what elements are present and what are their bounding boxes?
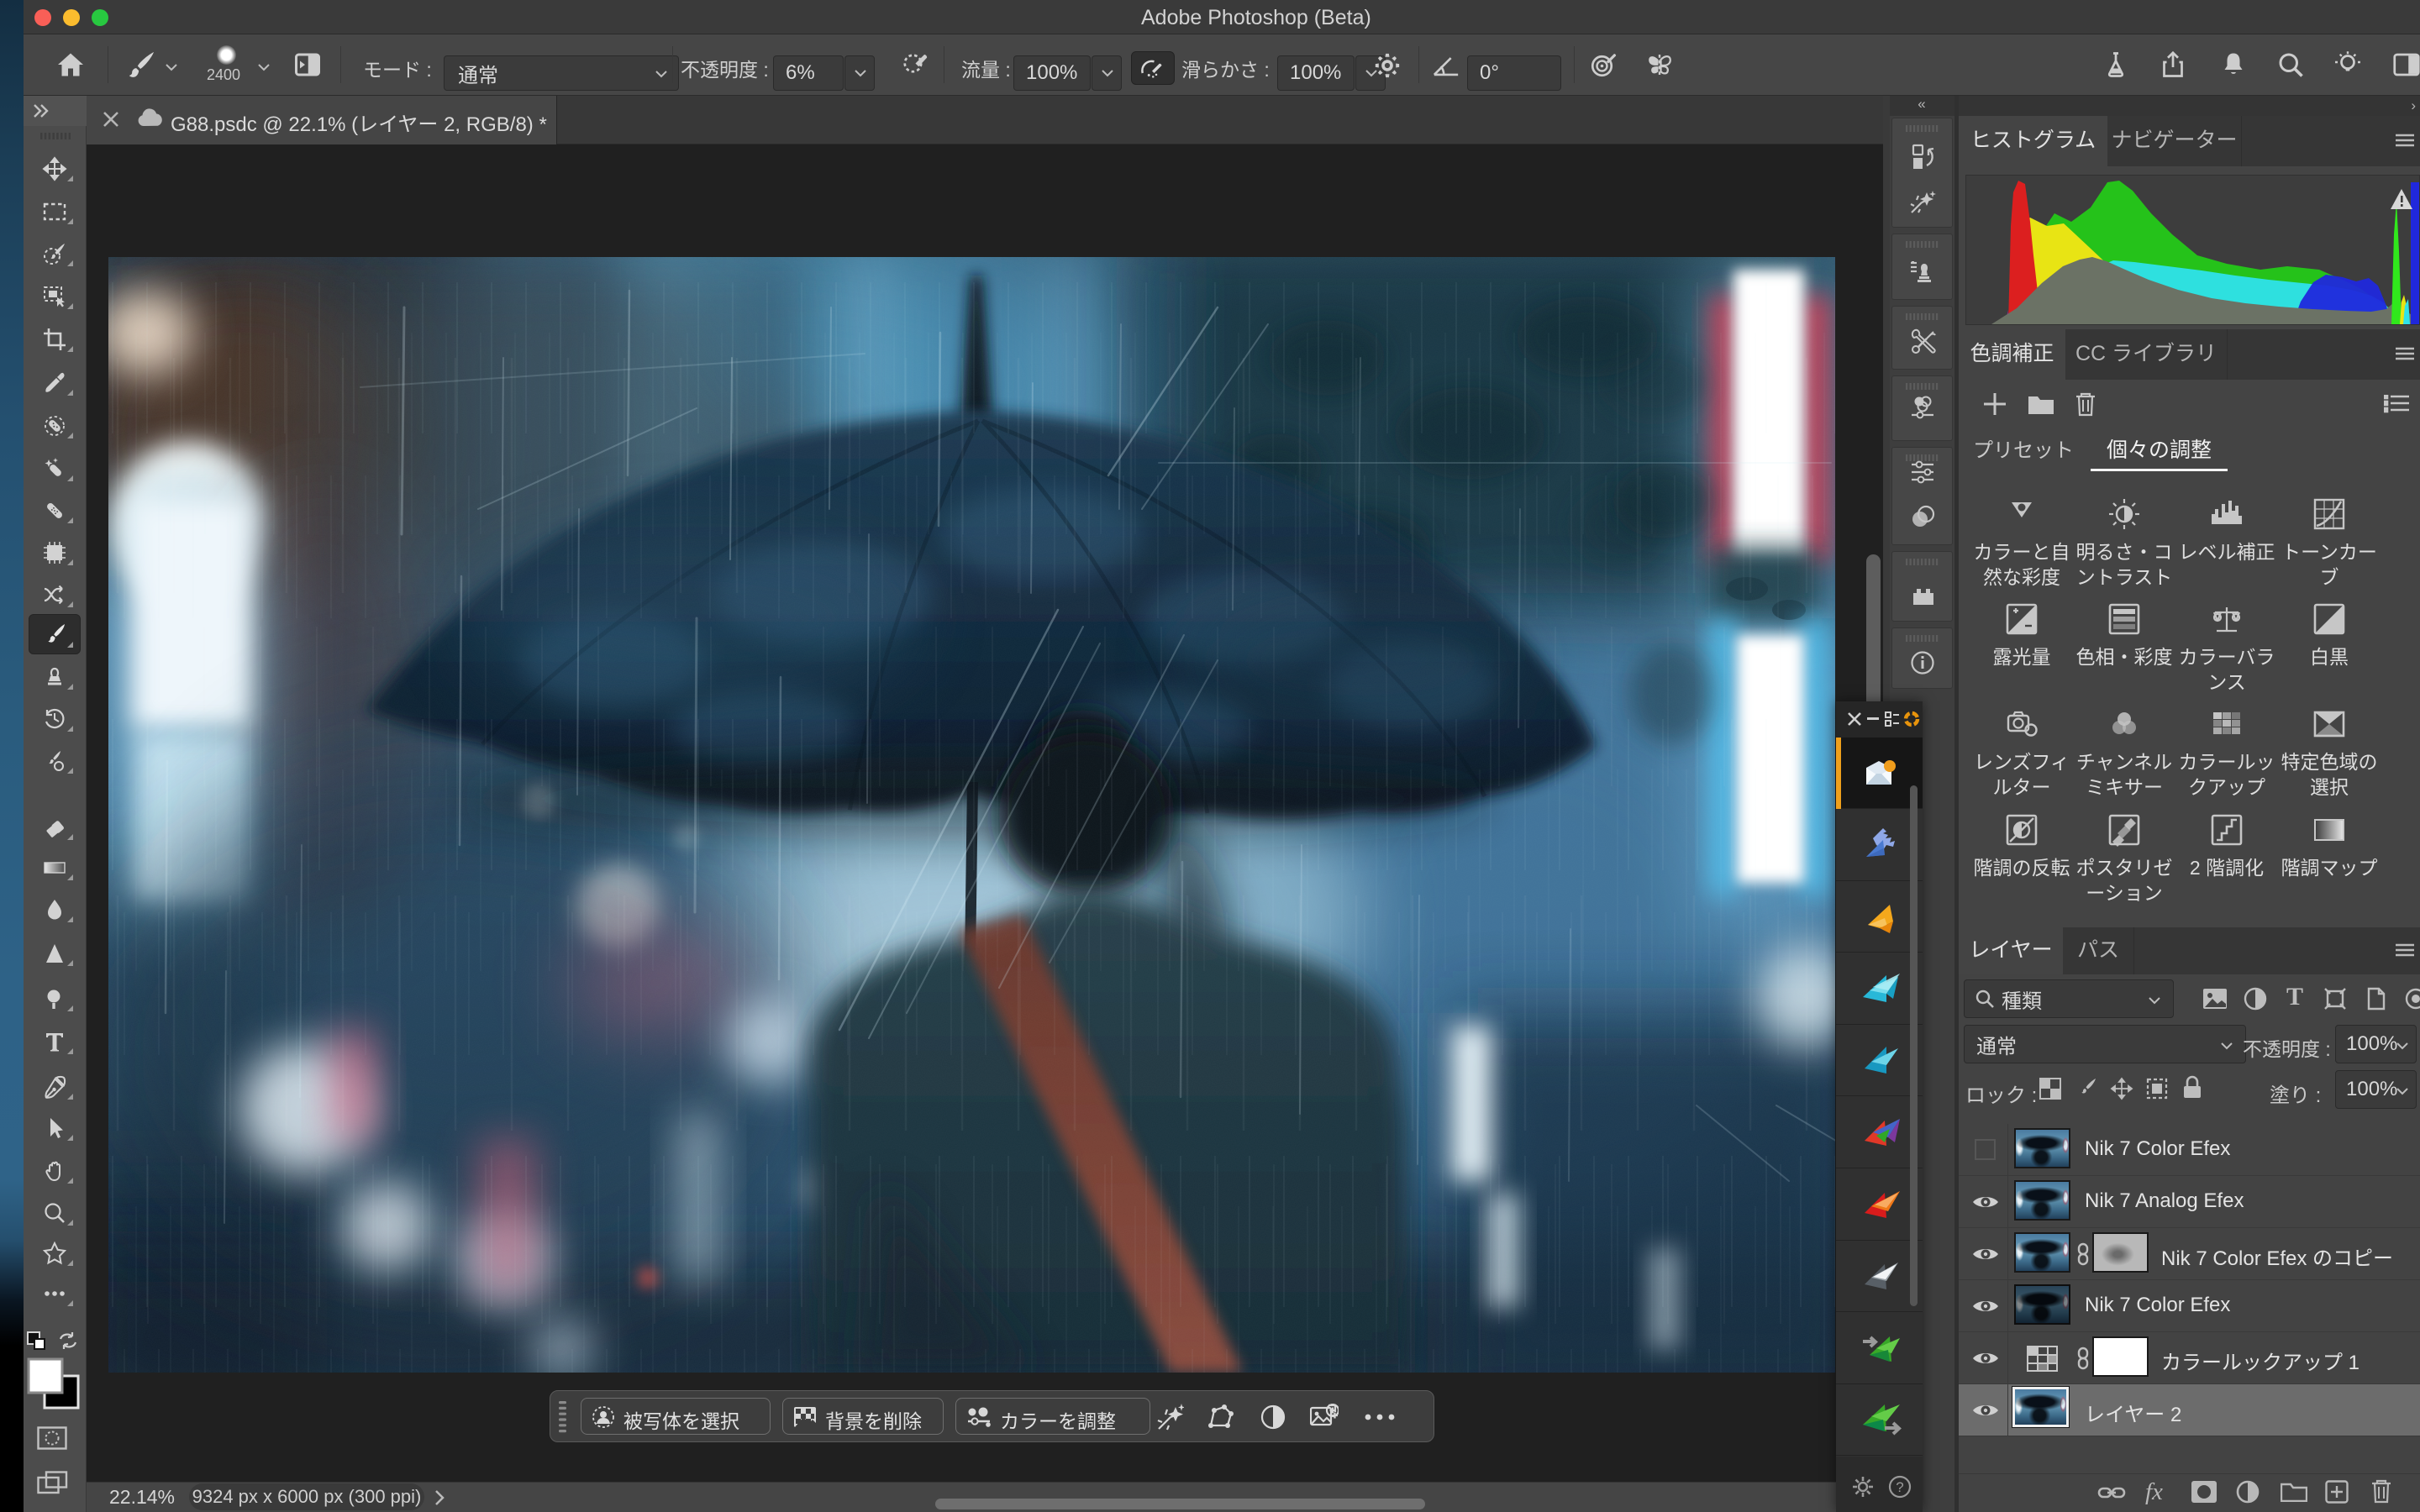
svg-text:?: ? [1896,1479,1903,1495]
